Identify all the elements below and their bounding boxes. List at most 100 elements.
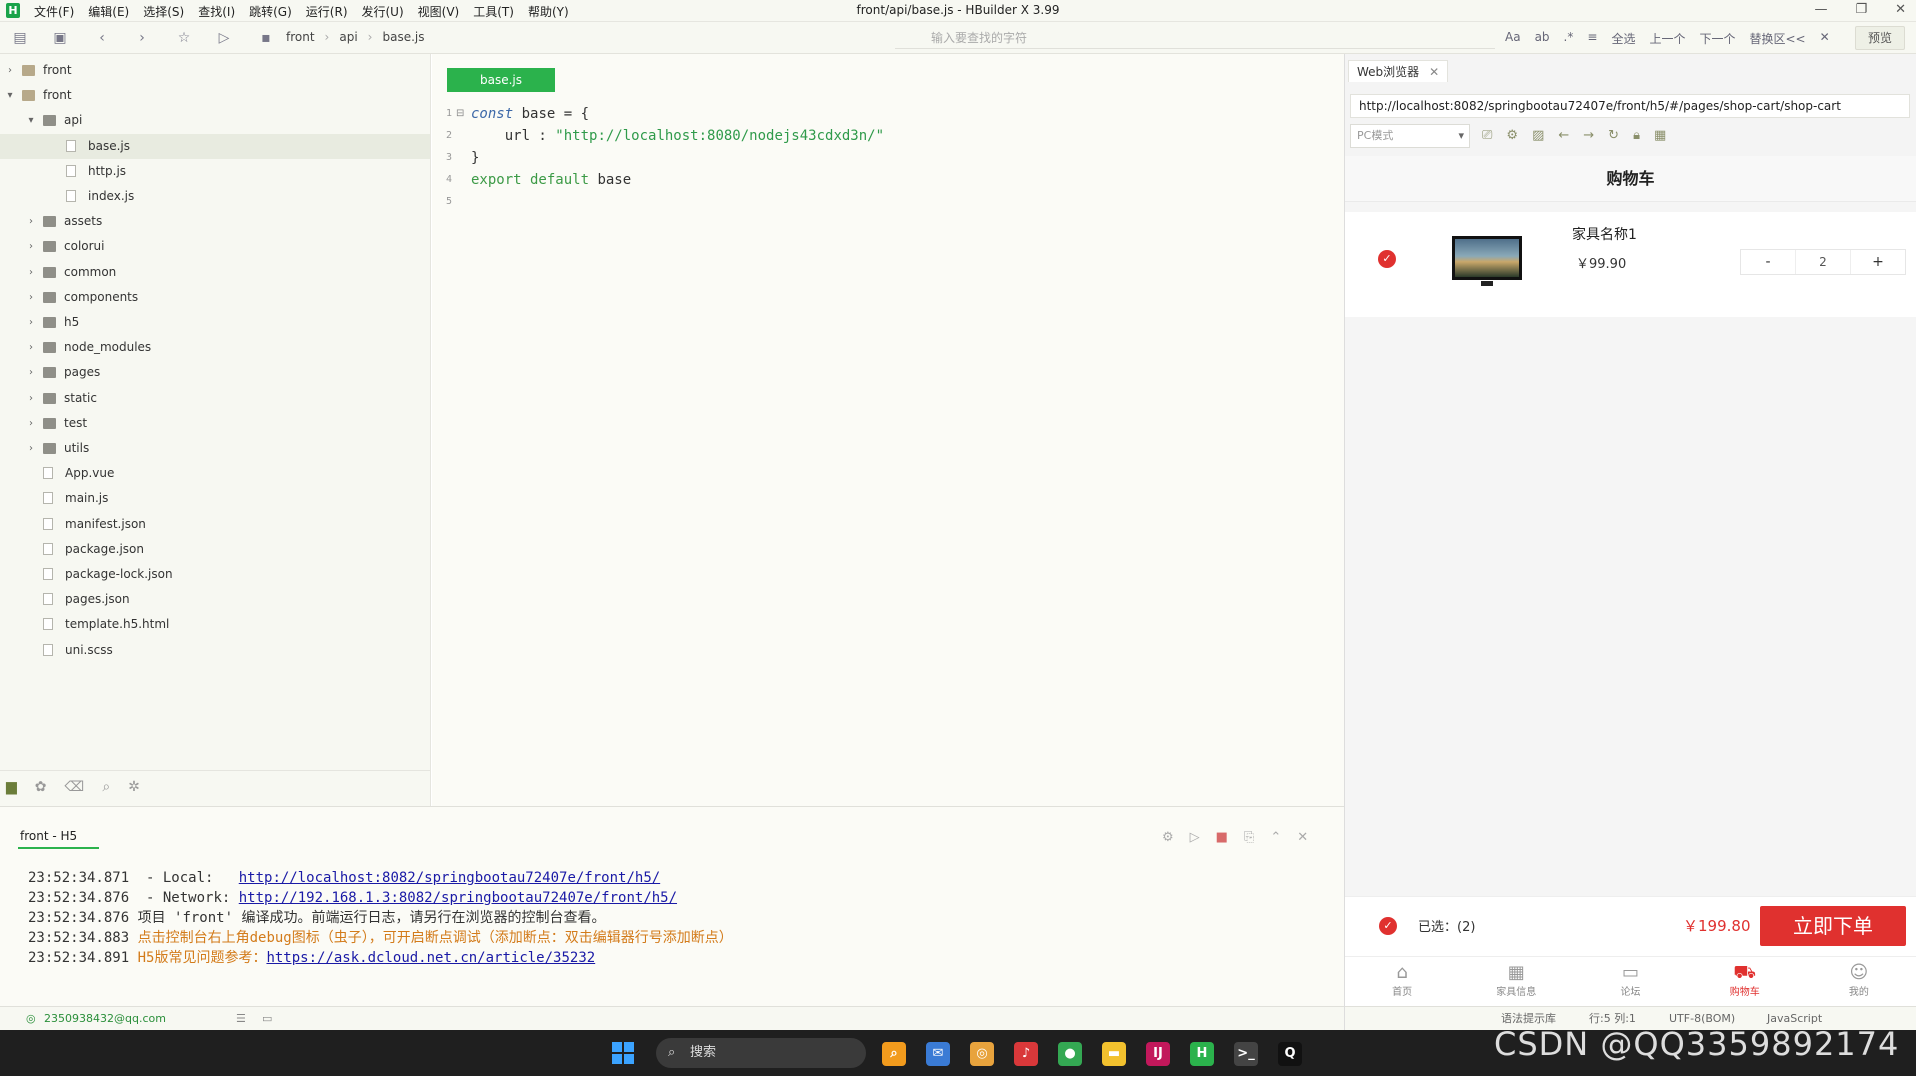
device-mode-select[interactable]: PC模式 ▾ [1350,124,1470,148]
tree-item[interactable]: › h5 [0,310,430,335]
tree-item[interactable]: http.js [0,159,430,184]
find-tool-button[interactable]: 全选 [1611,30,1635,47]
tree-item[interactable]: pages.json [0,587,430,612]
breadcrumb-item[interactable]: base.js [382,30,424,44]
console-tab[interactable]: front - H5 [18,829,100,849]
menu-item[interactable]: 文件(F) [34,3,74,20]
tree-item[interactable]: ▾ front [0,83,430,108]
open-icon[interactable]: ⎘ [1244,830,1254,845]
chevron-right-icon[interactable]: › [25,360,37,385]
restore-icon[interactable]: ❐ [1855,2,1867,17]
find-option-icon[interactable]: ab [1535,30,1550,47]
app-tab[interactable]: ▦ 家具信息 [1459,957,1573,1006]
chevron-right-icon[interactable]: › [25,260,37,285]
select-all-check-icon[interactable]: ✓ [1379,917,1397,935]
chrome-icon[interactable]: ● [1058,1042,1082,1066]
search-files-icon[interactable]: ⌕ [102,779,110,806]
fold-icon[interactable]: ⊟ [456,108,464,119]
new-file-icon[interactable]: ▤ [12,30,28,46]
tree-item[interactable]: package-lock.json [0,562,430,587]
browser-tab[interactable]: Web浏览器 ✕ [1348,60,1449,82]
menu-item[interactable]: 工具(T) [473,3,514,20]
find-tool-button[interactable]: 上一个 [1649,30,1685,47]
reload-icon[interactable]: ↻ [1608,128,1619,143]
run-icon[interactable]: ▷ [216,30,232,46]
line-number[interactable]: 5 [436,191,452,213]
stop-icon[interactable]: ■ [1216,830,1228,845]
line-number[interactable]: 2 [436,125,452,147]
tree-item[interactable]: › colorui [0,234,430,259]
chevron-right-icon[interactable]: › [25,411,37,436]
nav-forward-icon[interactable]: → [1583,128,1594,143]
tree-item[interactable]: main.js [0,486,430,511]
explorer-icon[interactable]: ▆ [6,779,17,806]
menu-item[interactable]: 运行(R) [306,3,348,20]
tree-item[interactable]: › pages [0,360,430,385]
minimize-icon[interactable]: — [1814,2,1827,17]
increase-button[interactable]: + [1851,250,1905,274]
trash-icon[interactable]: ⌫ [65,779,85,806]
tree-item[interactable]: App.vue [0,461,430,486]
find-tool-button[interactable]: 下一个 [1699,30,1735,47]
screenshot-icon[interactable]: ⎚ [1482,128,1492,143]
menu-item[interactable]: 视图(V) [418,3,460,20]
terminal-small-icon[interactable]: ▭ [262,1007,272,1031]
favorite-icon[interactable]: ☆ [176,30,192,46]
find-close-icon[interactable]: ✕ [1820,30,1830,47]
menu-item[interactable]: 发行(U) [362,3,404,20]
tree-item[interactable]: › static [0,386,430,411]
app-tab[interactable]: ⛟ 购物车 [1688,957,1802,1006]
back-icon[interactable]: ‹ [94,30,110,46]
hbuilder-icon[interactable]: H [1190,1042,1214,1066]
menu-item[interactable]: 跳转(G) [249,3,292,20]
forward-icon[interactable]: › [134,30,150,46]
user-icon[interactable]: ◎ [26,1007,36,1031]
quantity-input[interactable]: 2 [1795,250,1851,274]
app-tab[interactable]: ⌂ 首页 [1345,957,1459,1006]
tree-item[interactable]: template.h5.html [0,612,430,637]
image-icon[interactable]: ▨ [1532,128,1544,143]
code-editor[interactable] [432,54,1344,806]
breadcrumb-item[interactable]: api [339,30,357,44]
browser-tab-close-icon[interactable]: ✕ [1429,65,1439,79]
decrease-button[interactable]: - [1741,250,1795,274]
account-label[interactable]: 2350938432@qq.com [44,1007,166,1031]
folder-icon[interactable]: ▬ [1102,1042,1126,1066]
restart-icon[interactable]: ▷ [1190,830,1200,845]
settings-icon[interactable]: ✲ [128,779,140,806]
qq-icon[interactable]: Q [1278,1042,1302,1066]
browser-icon[interactable]: ◎ [970,1042,994,1066]
item-check-icon[interactable]: ✓ [1378,250,1396,268]
browser-url-input[interactable]: http://localhost:8082/springbootau72407e… [1350,94,1910,118]
plugin-icon[interactable]: ✿ [35,779,47,806]
chevron-right-icon[interactable]: › [25,386,37,411]
ide-icon[interactable]: IJ [1146,1042,1170,1066]
close-icon[interactable]: ✕ [1895,2,1906,17]
chevron-right-icon[interactable]: › [25,285,37,310]
breadcrumb-item[interactable]: front [286,30,315,44]
log-link[interactable]: http://localhost:8082/springbootau72407e… [239,870,660,886]
find-tool-button[interactable]: 替换区<< [1749,30,1805,47]
tree-item[interactable]: base.js [0,133,430,159]
tree-item[interactable]: › utils [0,436,430,461]
app-tab[interactable]: ▭ 论坛 [1573,957,1687,1006]
tree-item[interactable]: › assets [0,209,430,234]
clear-icon[interactable]: ✕ [1297,830,1308,845]
devtools-icon[interactable]: ⚙ [1506,128,1518,143]
tab-base-js[interactable]: base.js [447,68,555,92]
music-icon[interactable]: ♪ [1014,1042,1038,1066]
tree-item[interactable]: manifest.json [0,512,430,537]
save-icon[interactable]: ▣ [52,30,68,46]
app-tab[interactable]: ☺ 我的 [1802,957,1916,1006]
tree-item[interactable]: › front [0,58,430,83]
find-option-icon[interactable]: ≡ [1587,30,1597,47]
menu-item[interactable]: 选择(S) [143,3,184,20]
line-number[interactable]: 1 [436,103,452,125]
chevron-right-icon[interactable]: › [25,335,37,360]
chevron-right-icon[interactable]: › [25,310,37,335]
chevron-right-icon[interactable]: › [4,58,16,83]
tree-item[interactable]: uni.scss [0,638,430,663]
log-link[interactable]: https://ask.dcloud.net.cn/article/35232 [266,950,595,966]
find-input[interactable]: 输入要查找的字符 [895,27,1495,49]
debug-icon[interactable]: ⚙ [1162,830,1174,845]
